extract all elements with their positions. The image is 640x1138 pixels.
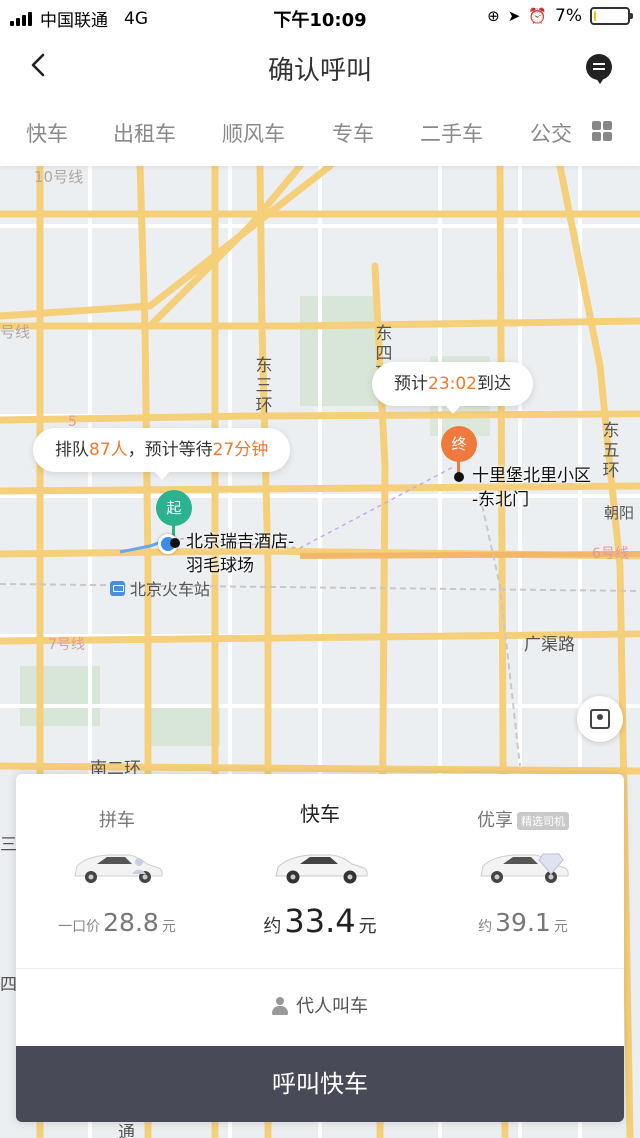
queue-middle: ，预计等待 (127, 440, 213, 460)
nav-bar: 确认呼叫 (0, 34, 640, 98)
eta-suffix: 到达 (477, 374, 511, 394)
rotation-lock-icon: ⊕ (487, 7, 500, 25)
start-address: 北京瑞吉酒店- 羽毛球场 (186, 530, 294, 578)
option-kuaiche[interactable]: 快车 约33.4 元 (219, 774, 421, 966)
recenter-button[interactable] (577, 696, 623, 742)
map-label-line10: 10号线 (34, 168, 84, 186)
map-label-line6: 6号线 (592, 546, 629, 562)
queue-wait: 27分钟 (212, 440, 269, 460)
option-pinche[interactable]: 拼车 一口价 28.8 元 (16, 774, 218, 966)
map-label-guangqu: 广渠路 (524, 635, 575, 655)
option-youxiang-price-prefix: 约 (478, 919, 493, 935)
option-pinche-price: 28.8 (103, 908, 159, 937)
ride-options-card: 拼车 一口价 28.8 元 快车 约33.4 元 优享 精选司机 约 39.1 元 (16, 774, 624, 1122)
option-youxiang-name-row: 优享 精选司机 (422, 806, 624, 832)
map-label-si: 四 (0, 975, 17, 995)
end-pin[interactable]: 终 (441, 426, 477, 462)
more-grid-icon[interactable] (592, 121, 612, 141)
eta-prefix: 预计 (394, 374, 428, 394)
end-address-line2: -东北门 (472, 490, 530, 510)
eta-time: 23:02 (428, 374, 477, 394)
map-label-chaoyang: 朝阳 (604, 504, 635, 522)
proxy-call-button[interactable]: 代人叫车 (16, 969, 624, 1045)
tab-kuaiche[interactable]: 快车 (26, 118, 68, 148)
option-kuaiche-price-prefix: 约 (263, 916, 282, 937)
option-youxiang-unit: 元 (553, 919, 568, 935)
option-youxiang[interactable]: 优享 精选司机 约 39.1 元 (422, 774, 624, 966)
end-address: 十里堡北里小区 -东北门 (472, 464, 591, 512)
option-kuaiche-unit: 元 (358, 916, 377, 937)
station-name: 北京火车站 (130, 580, 211, 599)
map-label-east5: 东五环 (602, 421, 620, 481)
start-pin[interactable]: 起 (156, 490, 192, 526)
message-icon[interactable] (586, 54, 612, 84)
map-label-line7: 7号线 (48, 637, 85, 653)
service-tabs: 快车 出租车 顺风车 专车 二手车 公交 (0, 98, 640, 166)
alarm-icon: ⏰ (528, 7, 548, 25)
option-pinche-price-row: 一口价 28.8 元 (16, 908, 218, 937)
end-point-dot (454, 472, 464, 482)
start-address-line1: 北京瑞吉酒店- (186, 532, 295, 552)
start-point-dot (170, 538, 180, 548)
tab-premier[interactable]: 专车 (332, 118, 374, 148)
tab-taxi[interactable]: 出租车 (113, 118, 176, 148)
station-label: 北京火车站 (110, 576, 210, 600)
tab-used-car[interactable]: 二手车 (420, 118, 483, 148)
car-premium-icon (480, 853, 569, 883)
status-bar: 中国联通 4G 下午10:09 ⊕ ➤ ⏰ 7% (0, 0, 640, 34)
option-pinche-name-row: 拼车 (16, 806, 218, 832)
option-kuaiche-price: 33.4 (284, 902, 356, 940)
option-youxiang-name: 优享 (477, 810, 513, 831)
location-arrow-icon: ➤ (507, 7, 521, 25)
call-car-button[interactable]: 呼叫快车 (16, 1046, 624, 1122)
battery-percent: 7% (555, 6, 582, 26)
map-label-east3: 东三环 (255, 356, 273, 416)
page-title: 确认呼叫 (267, 56, 372, 86)
end-address-line1: 十里堡北里小区 (472, 466, 591, 486)
selected-driver-badge: 精选司机 (517, 812, 569, 830)
train-station-icon (110, 580, 125, 596)
start-address-line2: 羽毛球场 (186, 556, 254, 576)
queue-count: 87人 (89, 440, 128, 460)
option-pinche-unit: 元 (161, 919, 176, 935)
locate-icon (590, 709, 610, 729)
person-icon (272, 997, 288, 1015)
car-express-icon (275, 854, 368, 884)
option-kuaiche-name: 快车 (300, 802, 340, 826)
battery-icon (590, 7, 633, 25)
car-carpool-icon (74, 854, 163, 883)
tab-bus[interactable]: 公交 (530, 118, 572, 148)
queue-bubble: 排队87人，预计等待27分钟 (33, 428, 291, 480)
map-label-line: 号线 (0, 323, 31, 341)
option-kuaiche-price-row: 约33.4 元 (219, 902, 421, 940)
tab-carpool[interactable]: 顺风车 (222, 118, 285, 148)
option-youxiang-price: 39.1 (495, 908, 551, 937)
option-kuaiche-name-row: 快车 (219, 798, 421, 827)
eta-bubble: 预计23:02到达 (372, 362, 533, 414)
map-label-san: 三 (0, 835, 17, 855)
option-pinche-name: 拼车 (99, 810, 135, 831)
option-pinche-price-prefix: 一口价 (58, 919, 101, 935)
queue-prefix: 排队 (55, 440, 89, 460)
proxy-call-label: 代人叫车 (296, 996, 368, 1017)
option-youxiang-price-row: 约 39.1 元 (422, 908, 624, 937)
